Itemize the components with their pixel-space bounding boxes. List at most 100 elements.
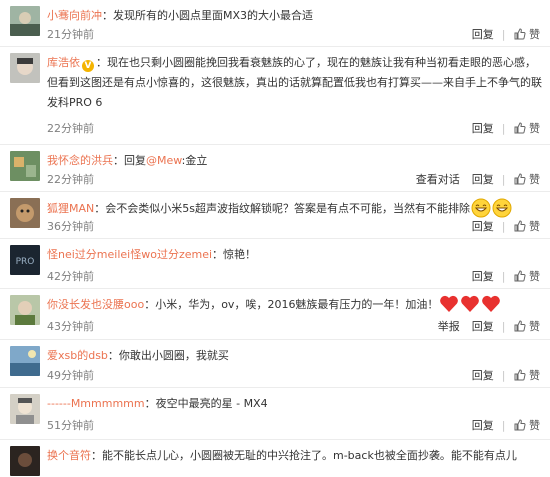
comment-text: ：能不能长点儿心，小圆圈被无耻的中兴抢注了。m-back也被全面抄袭。能不能有点…	[91, 449, 517, 462]
comment-time: 51分钟前	[47, 419, 94, 432]
like-button[interactable]: 赞	[514, 28, 540, 42]
avatar[interactable]	[10, 6, 40, 36]
svg-text:PRO: PRO	[16, 257, 35, 267]
comment-time: 22分钟前	[47, 173, 94, 186]
like-label: 赞	[529, 320, 540, 333]
comment-time: 43分钟前	[47, 320, 94, 333]
divider: |	[501, 28, 506, 41]
comment-text: ：发现所有的小圆点里面MX3的大小最合适	[102, 9, 314, 22]
like-label: 赞	[529, 220, 540, 233]
avatar[interactable]	[10, 394, 40, 424]
avatar[interactable]	[10, 151, 40, 181]
thumb-up-icon	[514, 320, 526, 332]
avatar[interactable]	[10, 295, 40, 325]
like-label: 赞	[529, 173, 540, 186]
comment-item: ------Mmmmmmm：夜空中最亮的星 - MX4 51分钟前 回复 | 赞	[0, 388, 550, 440]
thumb-up-icon	[514, 173, 526, 185]
reply-button[interactable]: 回复	[472, 369, 494, 383]
comment-actions: 回复 | 赞	[460, 28, 540, 42]
comment-item: PRO 怪nei过分meilei怪wo过分zemei：惊艳！ 42分钟前 回复 |…	[0, 239, 550, 289]
divider: |	[501, 173, 506, 186]
divider: |	[501, 320, 506, 333]
comment-actions: 回复 | 赞	[460, 122, 540, 136]
avatar[interactable]: PRO	[10, 245, 40, 275]
reply-button[interactable]: 回复	[472, 320, 494, 334]
comment-item: 我怀念的洪兵：回复@Mew:金立 22分钟前 查看对话 回复 | 赞	[0, 145, 550, 192]
comment-actions: 回复 | 赞	[460, 270, 540, 284]
like-button[interactable]: 赞	[514, 419, 540, 433]
comment-actions: 查看对话 回复 | 赞	[404, 173, 540, 187]
like-label: 赞	[529, 270, 540, 283]
comment-actions: 举报 回复 | 赞	[426, 320, 540, 334]
like-label: 赞	[529, 369, 540, 382]
thumb-up-icon	[514, 369, 526, 381]
heart-emoji-icon	[482, 295, 501, 312]
like-label: 赞	[529, 28, 540, 41]
comment-username[interactable]: 狐狸MAN	[47, 202, 94, 215]
comment-item: 库浩依 V ：现在也只剩小圆圈能挽回我看衰魅族的心了，现在的魅族让我有种当初看走眼的…	[0, 47, 550, 145]
like-button[interactable]: 赞	[514, 220, 540, 234]
reply-button[interactable]: 回复	[472, 220, 494, 234]
divider: |	[501, 122, 506, 135]
comment-username[interactable]: 换个音符	[47, 449, 91, 462]
divider: |	[501, 220, 506, 233]
avatar[interactable]	[10, 446, 40, 476]
comment-actions: 回复 | 赞	[460, 220, 540, 234]
reply-button[interactable]: 回复	[472, 173, 494, 187]
thumb-up-icon	[514, 419, 526, 431]
comment-text-prefix: ：回复	[113, 154, 146, 167]
comment-time: 49分钟前	[47, 369, 94, 382]
like-button[interactable]: 赞	[514, 369, 540, 383]
thumb-up-icon	[514, 122, 526, 134]
like-button[interactable]: 赞	[514, 270, 540, 284]
comment-time: 22分钟前	[47, 122, 94, 135]
grin-emoji-icon	[492, 198, 512, 218]
comment-time: 36分钟前	[47, 220, 94, 233]
comment-username[interactable]: 你没长发也没腰ooo	[47, 298, 144, 311]
thumb-up-icon	[514, 220, 526, 232]
like-button[interactable]: 赞	[514, 173, 540, 187]
comment-text: ：惊艳！	[212, 248, 257, 261]
like-button[interactable]: 赞	[514, 122, 540, 136]
comment-item: 小骞向前冲：发现所有的小圆点里面MX3的大小最合适 21分钟前 回复 | 赞	[0, 0, 550, 47]
verified-badge-icon: V	[82, 60, 94, 72]
comment-username[interactable]: 库浩依	[47, 56, 80, 69]
comment-item: 爱xsb的dsb：你敢出小圆圈，我就买 49分钟前 回复 | 赞	[0, 340, 550, 388]
like-label: 赞	[529, 419, 540, 432]
comment-text: ：你敢出小圆圈，我就买	[107, 349, 229, 362]
avatar[interactable]	[10, 346, 40, 376]
divider: |	[501, 419, 506, 432]
view-conversation-button[interactable]: 查看对话	[416, 173, 460, 187]
comment-text: :金立	[181, 154, 208, 167]
comment-username[interactable]: 怪nei过分meilei怪wo过分zemei	[47, 248, 212, 261]
comment-text: ：小米，华为，ov，唉，2016魅族最有压力的一年！加油！	[144, 298, 439, 311]
heart-emoji-icon	[440, 295, 459, 312]
thumb-up-icon	[514, 270, 526, 282]
avatar[interactable]	[10, 53, 40, 83]
avatar[interactable]	[10, 198, 40, 228]
comment-text: ：现在也只剩小圆圈能挽回我看衰魅族的心了，现在的魅族让我有种当初看走眼的恶心感，…	[47, 56, 542, 109]
thumb-up-icon	[514, 28, 526, 40]
report-button[interactable]: 举报	[438, 320, 460, 334]
comment-item: 你没长发也没腰ooo：小米，华为，ov，唉，2016魅族最有压力的一年！加油！ …	[0, 289, 550, 340]
comment-item: 换个音符：能不能长点儿心，小圆圈被无耻的中兴抢注了。m-back也被全面抄袭。能…	[0, 440, 550, 477]
comment-username[interactable]: 爱xsb的dsb	[47, 349, 108, 362]
comment-username[interactable]: 小骞向前冲	[47, 9, 102, 22]
comment-actions: 回复 | 赞	[460, 419, 540, 433]
heart-emoji-icon	[461, 295, 480, 312]
comment-item: 狐狸MAN：会不会类似小米5s超声波指纹解锁呢？答案是有点不可能，当然有不能排除…	[0, 192, 550, 239]
reply-button[interactable]: 回复	[472, 28, 494, 42]
comment-time: 42分钟前	[47, 270, 94, 283]
comment-time: 21分钟前	[47, 28, 94, 41]
comment-username[interactable]: 我怀念的洪兵	[47, 154, 113, 167]
comment-actions: 回复 | 赞	[460, 369, 540, 383]
mention-link[interactable]: @Mew	[146, 154, 182, 167]
comment-username[interactable]: ------Mmmmmmm	[47, 397, 145, 410]
reply-button[interactable]: 回复	[472, 270, 494, 284]
reply-button[interactable]: 回复	[472, 122, 494, 136]
like-button[interactable]: 赞	[514, 320, 540, 334]
like-label: 赞	[529, 122, 540, 135]
comment-text: ：夜空中最亮的星 - MX4	[144, 397, 268, 410]
grin-emoji-icon	[471, 198, 491, 218]
reply-button[interactable]: 回复	[472, 419, 494, 433]
